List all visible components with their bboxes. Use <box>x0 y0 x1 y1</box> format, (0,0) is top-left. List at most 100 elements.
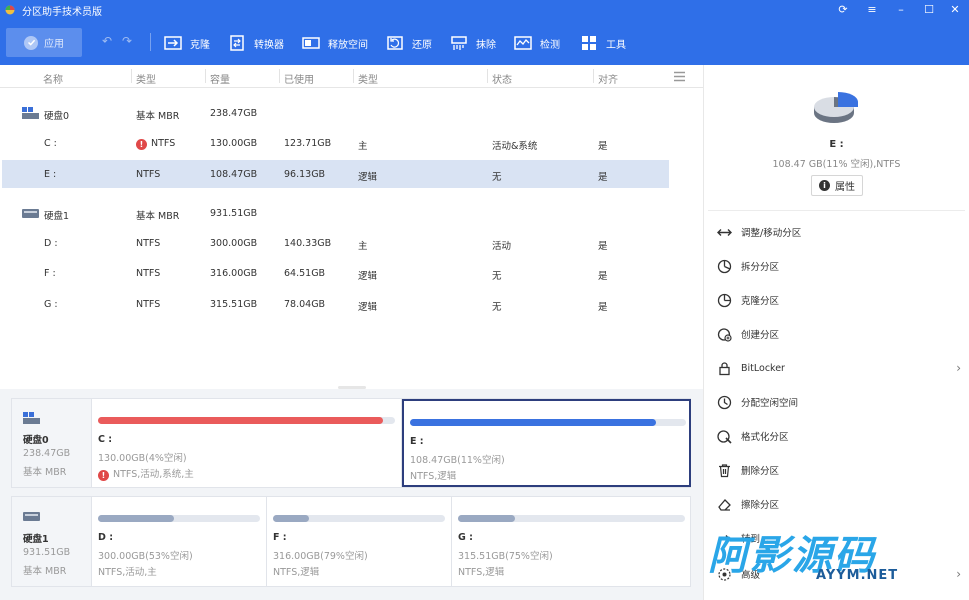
partition-pie-icon <box>814 92 858 123</box>
usage-bar <box>98 515 260 522</box>
menu-icon[interactable]: ≡ <box>860 1 884 17</box>
clone-icon <box>164 36 182 50</box>
col-header-used[interactable]: 已使用 <box>284 71 314 86</box>
cell-name: C : <box>44 138 57 149</box>
action-label: 克隆分区 <box>741 296 780 307</box>
partition-info: NTFS,逻辑 <box>410 471 457 482</box>
tool-restore-button[interactable]: 还原 <box>386 33 432 53</box>
cell-used: 140.33GB <box>284 238 332 249</box>
tool-convert-button[interactable]: 转换器 <box>228 33 284 53</box>
table-row-e[interactable]: E : NTFS 108.47GB 96.13GB 逻辑 无 是 <box>2 160 669 188</box>
action-wipe[interactable]: 擦除分区 <box>704 492 969 516</box>
action-label: BitLocker <box>741 362 785 374</box>
cell-type: NTFS <box>136 238 161 249</box>
action-format[interactable]: 格式化分区 <box>704 424 969 448</box>
cell-name: D : <box>44 238 58 249</box>
action-label: 拆分分区 <box>741 262 780 273</box>
cell-align: 是 <box>598 302 608 313</box>
cell-ptype: 主 <box>358 141 368 152</box>
cell-type: NTFS <box>136 169 161 180</box>
usage-bar-fill <box>273 515 310 522</box>
disk-card-disk1[interactable]: 硬盘1 931.51GB 基本 MBR D : 300.00GB(53%空闲) … <box>11 496 691 587</box>
detect-icon <box>514 36 532 50</box>
partition-block-g[interactable]: G : 315.51GB(75%空闲) NTFS,逻辑 <box>452 497 691 586</box>
allocate-space-icon <box>717 395 731 409</box>
tool-tools-button[interactable]: 工具 <box>580 33 626 53</box>
disk-icon <box>22 107 39 119</box>
undo-icon[interactable]: ↶ <box>100 34 114 48</box>
chevron-right-icon: › <box>956 567 961 581</box>
selected-partition-name: E : <box>829 139 844 150</box>
tool-detect-button[interactable]: 检测 <box>514 33 560 53</box>
table-row-disk0[interactable]: 硬盘0 基本 MBR 238.47GB <box>2 99 669 127</box>
app-logo-icon <box>5 5 15 15</box>
table-row-c[interactable]: C : ! NTFS 130.00GB 123.71GB 主 活动&系统 是 <box>2 129 669 157</box>
tool-wipe-button[interactable]: 抹除 <box>450 33 496 53</box>
action-label: 调整/移动分区 <box>741 228 802 239</box>
partition-block-c[interactable]: C : 130.00GB(4%空闲) ! NTFS,活动,系统,主 <box>92 399 402 487</box>
cell-used: 123.71GB <box>284 138 332 149</box>
usage-bar <box>410 419 686 426</box>
col-header-align[interactable]: 对齐 <box>598 71 618 86</box>
tools-icon <box>582 36 596 50</box>
column-settings-icon[interactable] <box>673 71 686 82</box>
convert-icon <box>230 35 244 51</box>
action-delete[interactable]: 删除分区 <box>704 458 969 482</box>
partition-block-f[interactable]: F : 316.00GB(79%空闲) NTFS,逻辑 <box>267 497 452 586</box>
col-header-status[interactable]: 状态 <box>492 71 512 86</box>
disk-name: 硬盘0 <box>23 435 49 446</box>
properties-label: 属性 <box>835 182 855 193</box>
disk-map: 硬盘0 238.47GB 基本 MBR C : 130.00GB(4%空闲) !… <box>0 389 703 600</box>
partition-info: ! NTFS,活动,系统,主 <box>98 466 194 481</box>
format-icon <box>716 429 732 444</box>
cell-name: F : <box>44 268 56 279</box>
usage-bar <box>98 417 395 424</box>
table-row-f[interactable]: F : NTFS 316.00GB 64.51GB 逻辑 无 是 <box>2 259 669 287</box>
wipe-icon <box>451 36 467 50</box>
partition-block-d[interactable]: D : 300.00GB(53%空闲) NTFS,活动,主 <box>92 497 267 586</box>
partition-label: C : <box>98 434 113 445</box>
action-split[interactable]: 拆分分区 <box>704 254 969 278</box>
table-row-d[interactable]: D : NTFS 300.00GB 140.33GB 主 活动 是 <box>2 229 669 257</box>
partition-table: 名称 类型 容量 已使用 类型 状态 对齐 硬盘0 基本 MBR 238.47G… <box>0 65 703 387</box>
disk-icon <box>23 412 40 424</box>
cell-ptype: 逻辑 <box>358 302 378 313</box>
action-resize-move[interactable]: 调整/移动分区 <box>704 220 969 244</box>
col-header-type[interactable]: 类型 <box>136 71 156 86</box>
maximize-button[interactable]: ☐ <box>917 1 941 17</box>
usage-bar-fill <box>458 515 515 522</box>
cell-capacity: 315.51GB <box>210 299 258 310</box>
tool-label: 转换器 <box>254 39 284 51</box>
toolbar-divider <box>150 33 151 51</box>
tool-free-space-button[interactable]: 释放空间 <box>302 33 368 53</box>
table-row-disk1[interactable]: 硬盘1 基本 MBR 931.51GB <box>2 199 669 227</box>
col-header-name[interactable]: 名称 <box>43 71 63 86</box>
cell-ptype: 逻辑 <box>358 172 378 183</box>
properties-button[interactable]: i 属性 <box>811 175 863 196</box>
redo-icon[interactable]: ↷ <box>120 34 134 48</box>
col-header-ptype[interactable]: 类型 <box>358 71 378 86</box>
minimize-button[interactable]: – <box>889 1 913 17</box>
split-icon <box>717 259 731 273</box>
resize-move-icon <box>716 228 732 236</box>
disk-card-disk0[interactable]: 硬盘0 238.47GB 基本 MBR C : 130.00GB(4%空闲) !… <box>11 398 691 488</box>
action-create-partition[interactable]: 创建分区 <box>704 322 969 346</box>
tool-clone-button[interactable]: 克隆 <box>164 33 210 53</box>
table-row-g[interactable]: G : NTFS 315.51GB 78.04GB 逻辑 无 是 <box>2 290 669 318</box>
cell-used: 64.51GB <box>284 268 326 279</box>
action-label: 创建分区 <box>741 330 780 341</box>
partition-size: 316.00GB(79%空闲) <box>273 551 368 562</box>
action-bitlocker[interactable]: BitLocker › <box>704 356 969 380</box>
cell-type: ! NTFS <box>136 138 175 150</box>
tool-label: 释放空间 <box>328 39 368 51</box>
col-header-capacity[interactable]: 容量 <box>210 71 230 86</box>
apply-button[interactable]: 应用 <box>6 28 82 57</box>
partition-block-e[interactable]: E : 108.47GB(11%空闲) NTFS,逻辑 <box>402 399 691 487</box>
action-label: 擦除分区 <box>741 500 780 511</box>
close-button[interactable]: ✕ <box>943 1 967 17</box>
refresh-icon[interactable]: ⟳ <box>831 1 855 17</box>
app-title: 分区助手技术员版 <box>22 7 102 18</box>
action-clone-partition[interactable]: 克隆分区 <box>704 288 969 312</box>
action-allocate-space[interactable]: 分配空闲空间 <box>704 390 969 414</box>
cell-name: E : <box>44 169 57 180</box>
